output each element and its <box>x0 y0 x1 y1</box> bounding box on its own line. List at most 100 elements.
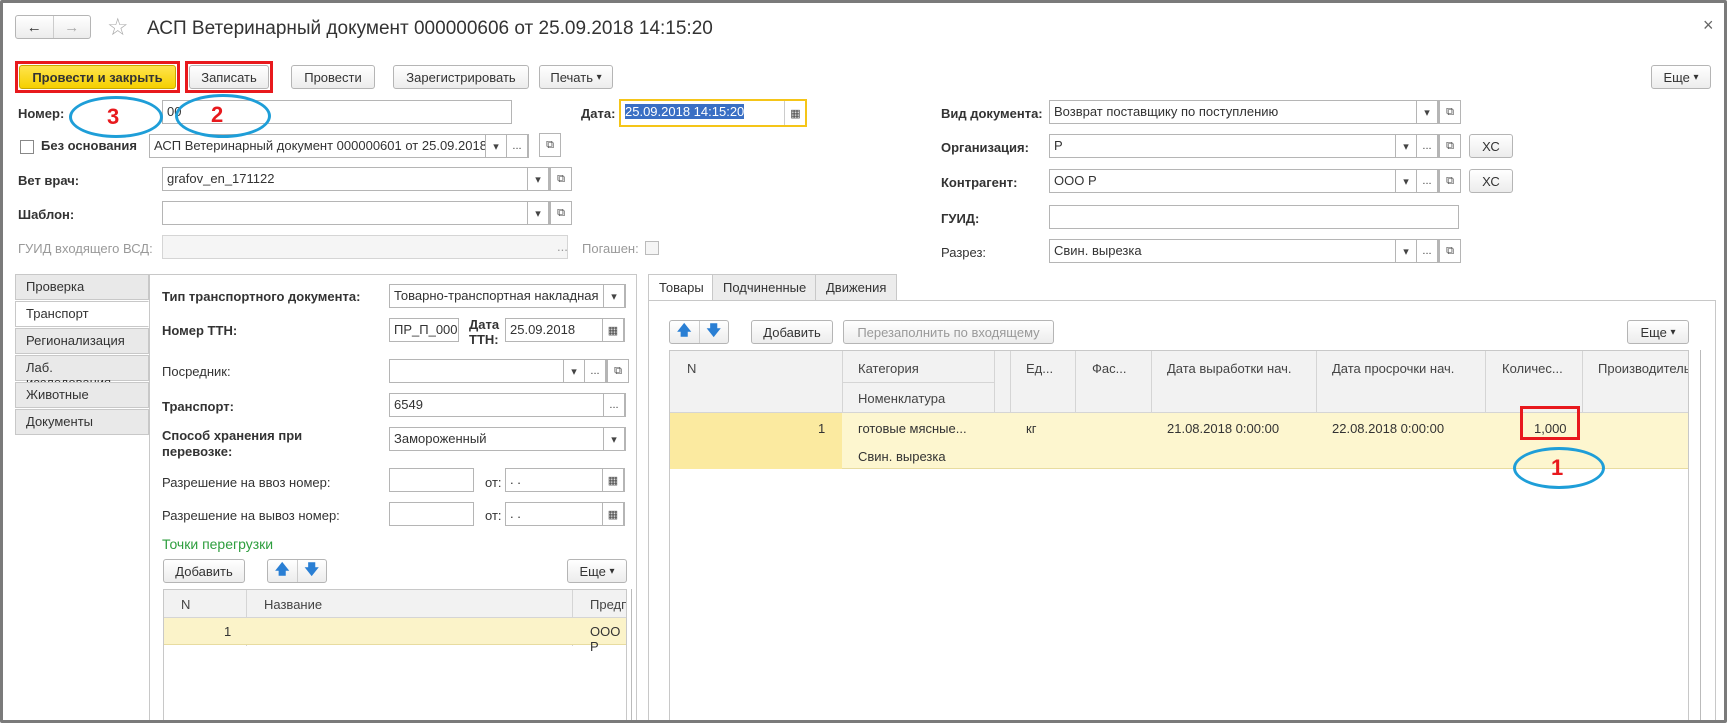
contractor-label: Контрагент: <box>941 175 1018 190</box>
calendar-icon[interactable]: ▦ <box>602 503 624 525</box>
select-ellipsis-icon[interactable]: ... <box>1416 240 1438 262</box>
vet-field[interactable]: grafov_en_171122 ▾ <box>162 167 550 191</box>
select-ellipsis-icon[interactable]: ... <box>1416 135 1438 157</box>
more-button[interactable]: Еще ▾ <box>1651 65 1711 89</box>
organization-value: Р <box>1054 138 1063 153</box>
refill-button: Перезаполнить по входящему <box>843 320 1054 344</box>
post-button[interactable]: Провести <box>291 65 375 89</box>
chevron-down-icon[interactable]: ▾ <box>1395 240 1417 262</box>
contractor-field[interactable]: ООО Р ▾ ... <box>1049 169 1439 193</box>
guid-field[interactable] <box>1049 205 1459 229</box>
arrow-down-icon[interactable]: 🡇 <box>700 321 729 343</box>
goods-col-unit: Ед... <box>1026 361 1054 376</box>
calendar-icon[interactable]: ▦ <box>784 101 805 125</box>
reload-row-enterprise: ООО Р <box>590 624 621 654</box>
reload-more-button[interactable]: Еще ▾ <box>567 559 627 583</box>
permit-out-field[interactable] <box>389 502 474 526</box>
chevron-down-icon[interactable]: ▾ <box>1416 101 1438 123</box>
goods-add-button[interactable]: Добавить <box>751 320 833 344</box>
close-icon[interactable]: × <box>1703 15 1714 36</box>
basis-field[interactable]: АСП Ветеринарный документ 000000601 от 2… <box>149 134 529 158</box>
transport-doc-type-field[interactable]: Товарно-транспортная накладная ▾ <box>389 284 626 308</box>
tab-animals[interactable]: Животные <box>15 382 149 408</box>
open-icon[interactable]: ⧉ <box>607 359 629 383</box>
permit-out-date-field[interactable]: . . ▦ <box>505 502 625 526</box>
goods-row-prod-date: 21.08.2018 0:00:00 <box>1167 421 1280 436</box>
chevron-down-icon[interactable]: ▾ <box>1395 135 1417 157</box>
storage-field[interactable]: Замороженный ▾ <box>389 427 626 451</box>
org-xc-button[interactable]: ХС <box>1469 134 1513 158</box>
favorite-star-icon[interactable]: ☆ <box>107 13 129 42</box>
contractor-xc-button[interactable]: ХС <box>1469 169 1513 193</box>
permit-in-date-value: . . <box>510 472 521 487</box>
date-field[interactable]: 25.09.2018 14:15:20 ▦ <box>619 99 807 127</box>
reload-add-button[interactable]: Добавить <box>163 559 245 583</box>
arrow-down-icon[interactable]: 🡇 <box>298 560 327 582</box>
select-ellipsis-icon[interactable]: ... <box>603 394 625 416</box>
doc-type-field[interactable]: Возврат поставщику по поступлению ▾ <box>1049 100 1439 124</box>
table-row[interactable]: 1 ООО Р <box>164 618 626 654</box>
goods-move-buttons: 🡅 🡇 <box>669 320 729 344</box>
open-icon[interactable]: ⧉ <box>539 133 561 157</box>
open-icon[interactable]: ⧉ <box>1439 239 1461 263</box>
goods-col-pack: Фас... <box>1092 361 1127 376</box>
open-icon[interactable]: ⧉ <box>1439 169 1461 193</box>
permit-out-label: Разрешение на вывоз номер: <box>162 508 340 523</box>
chevron-down-icon[interactable]: ▾ <box>563 360 585 382</box>
open-icon[interactable]: ⧉ <box>1439 134 1461 158</box>
broker-field[interactable]: ▾ ... <box>389 359 607 383</box>
ttn-date-field[interactable]: 25.09.2018 ▦ <box>505 318 625 342</box>
open-icon[interactable]: ⧉ <box>550 201 572 225</box>
transport-field[interactable]: 6549 ... <box>389 393 626 417</box>
template-field[interactable]: ▾ <box>162 201 550 225</box>
tab-goods[interactable]: Товары <box>648 274 715 301</box>
organization-field[interactable]: Р ▾ ... <box>1049 134 1439 158</box>
document-window: ← → ☆ АСП Ветеринарный документ 00000060… <box>0 0 1727 723</box>
tab-lab-research[interactable]: Лаб. исследования <box>15 355 149 390</box>
register-button[interactable]: Зарегистрировать <box>393 65 529 89</box>
tab-regionalization[interactable]: Регионализация <box>15 328 149 354</box>
transport-label: Транспорт: <box>162 399 234 414</box>
arrow-up-icon[interactable]: 🡅 <box>268 560 298 582</box>
select-ellipsis-icon[interactable]: ... <box>584 360 606 382</box>
scrollbar-line <box>1700 350 1701 720</box>
permit-out-from-label: от: <box>485 508 502 523</box>
highlight-save <box>185 61 273 93</box>
chevron-down-icon[interactable]: ▾ <box>603 428 625 450</box>
chevron-down-icon[interactable]: ▾ <box>527 202 549 224</box>
tab-check[interactable]: Проверка <box>15 274 149 300</box>
goods-col-qty: Количес... <box>1502 361 1563 376</box>
section-label: Разрез: <box>941 245 987 260</box>
select-ellipsis-icon[interactable]: ... <box>506 135 528 157</box>
tab-movements[interactable]: Движения <box>815 274 898 301</box>
print-button[interactable]: Печать ▾ <box>539 65 613 89</box>
open-icon[interactable]: ⧉ <box>1439 100 1461 124</box>
reload-move-buttons: 🡅 🡇 <box>267 559 327 583</box>
open-icon[interactable]: ⧉ <box>550 167 572 191</box>
tab-documents[interactable]: Документы <box>15 409 149 435</box>
basis-value: АСП Ветеринарный документ 000000601 от 2… <box>154 138 498 153</box>
chevron-down-icon[interactable]: ▾ <box>1395 170 1417 192</box>
ttn-field[interactable]: ПР_П_000 <box>389 318 459 342</box>
incoming-guid-label: ГУИД входящего ВСД: <box>18 241 153 256</box>
permit-in-date-field[interactable]: . . ▦ <box>505 468 625 492</box>
section-field[interactable]: Свин. вырезка ▾ ... <box>1049 239 1439 263</box>
repaid-label: Погашен: <box>582 241 639 256</box>
no-basis-checkbox[interactable] <box>20 140 34 154</box>
reload-col-n: N <box>181 597 191 612</box>
highlight-quantity <box>1520 406 1580 440</box>
calendar-icon[interactable]: ▦ <box>602 469 624 491</box>
back-icon[interactable]: ← <box>16 16 54 38</box>
select-ellipsis-icon[interactable]: ... <box>1416 170 1438 192</box>
calendar-icon[interactable]: ▦ <box>602 319 624 341</box>
chevron-down-icon[interactable]: ▾ <box>527 168 549 190</box>
tab-transport[interactable]: Транспорт <box>15 301 149 327</box>
goods-more-button[interactable]: Еще ▾ <box>1627 320 1689 344</box>
tab-subordinates[interactable]: Подчиненные <box>712 274 818 301</box>
forward-icon[interactable]: → <box>54 16 91 38</box>
permit-in-field[interactable] <box>389 468 474 492</box>
chevron-down-icon[interactable]: ▾ <box>485 135 507 157</box>
chevron-down-icon[interactable]: ▾ <box>603 285 625 307</box>
goods-row-unit: кг <box>1026 421 1037 436</box>
arrow-up-icon[interactable]: 🡅 <box>670 321 700 343</box>
